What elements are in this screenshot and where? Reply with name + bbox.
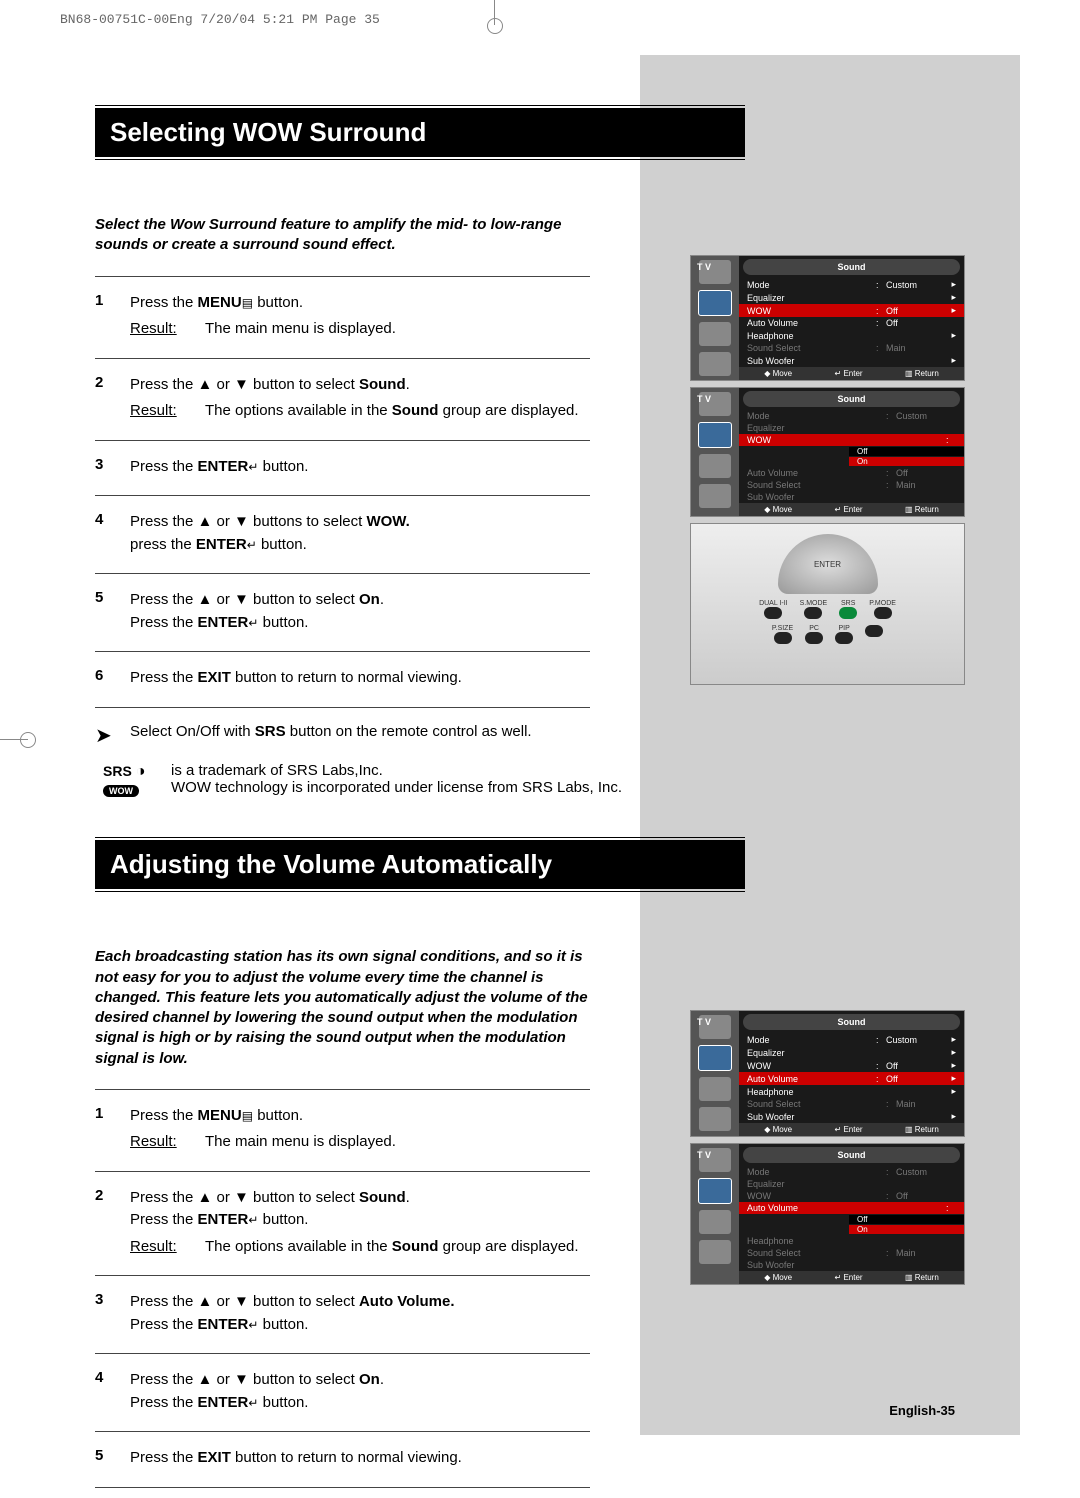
step-3: 3 Press the ENTER↵ button. — [95, 449, 605, 486]
section-intro: Select the Wow Surround feature to ampli… — [95, 215, 595, 256]
step-5: 5 Press the EXIT button to return to nor… — [95, 1440, 605, 1477]
step-4: 4 Press the ▲ or ▼ button to select On. … — [95, 1362, 605, 1421]
menu-icon: ▤ — [242, 1109, 253, 1123]
print-header: BN68-00751C-00Eng 7/20/04 5:21 PM Page 3… — [60, 12, 380, 27]
step-2: 2 Press the ▲ or ▼ button to select Soun… — [95, 1180, 605, 1266]
crop-mark-icon — [480, 0, 510, 40]
enter-icon: ↵ — [248, 616, 258, 630]
step-1: 1 Press the MENU▤ button. Result:The mai… — [95, 1098, 605, 1161]
step-1: 1 Press the MENU▤ button. Result:The mai… — [95, 285, 605, 348]
section-title-wow: Selecting WOW Surround — [95, 108, 745, 157]
result-text: The options available in the Sound group… — [205, 400, 579, 423]
section-intro: Each broadcasting station has its own si… — [95, 947, 595, 1069]
enter-icon: ↵ — [248, 460, 258, 474]
srs-trademark: SRS ◑ WOW is a trademark of SRS Labs,Inc… — [103, 755, 643, 838]
enter-icon: ↵ — [247, 538, 257, 552]
page-number: English-35 — [889, 1403, 955, 1418]
section-title-autovolume: Adjusting the Volume Automatically — [95, 840, 745, 889]
crop-mark-icon — [0, 725, 45, 755]
enter-icon: ↵ — [248, 1396, 258, 1410]
enter-icon: ↵ — [248, 1214, 258, 1228]
menu-icon: ▤ — [242, 296, 253, 310]
step-6: 6 Press the EXIT button to return to nor… — [95, 660, 605, 697]
step-5: 5 Press the ▲ or ▼ button to select On. … — [95, 582, 605, 641]
enter-icon: ↵ — [248, 1318, 258, 1332]
result-label: Result: — [130, 318, 205, 341]
note-srs: ➤ Select On/Off with SRS button on the r… — [95, 716, 605, 755]
step-2: 2 Press the ▲ or ▼ button to select Soun… — [95, 367, 605, 430]
divider — [95, 276, 590, 277]
step-4: 4 Press the ▲ or ▼ buttons to select WOW… — [95, 504, 605, 563]
step-3: 3 Press the ▲ or ▼ button to select Auto… — [95, 1284, 605, 1343]
pointer-icon: ➤ — [95, 723, 130, 748]
